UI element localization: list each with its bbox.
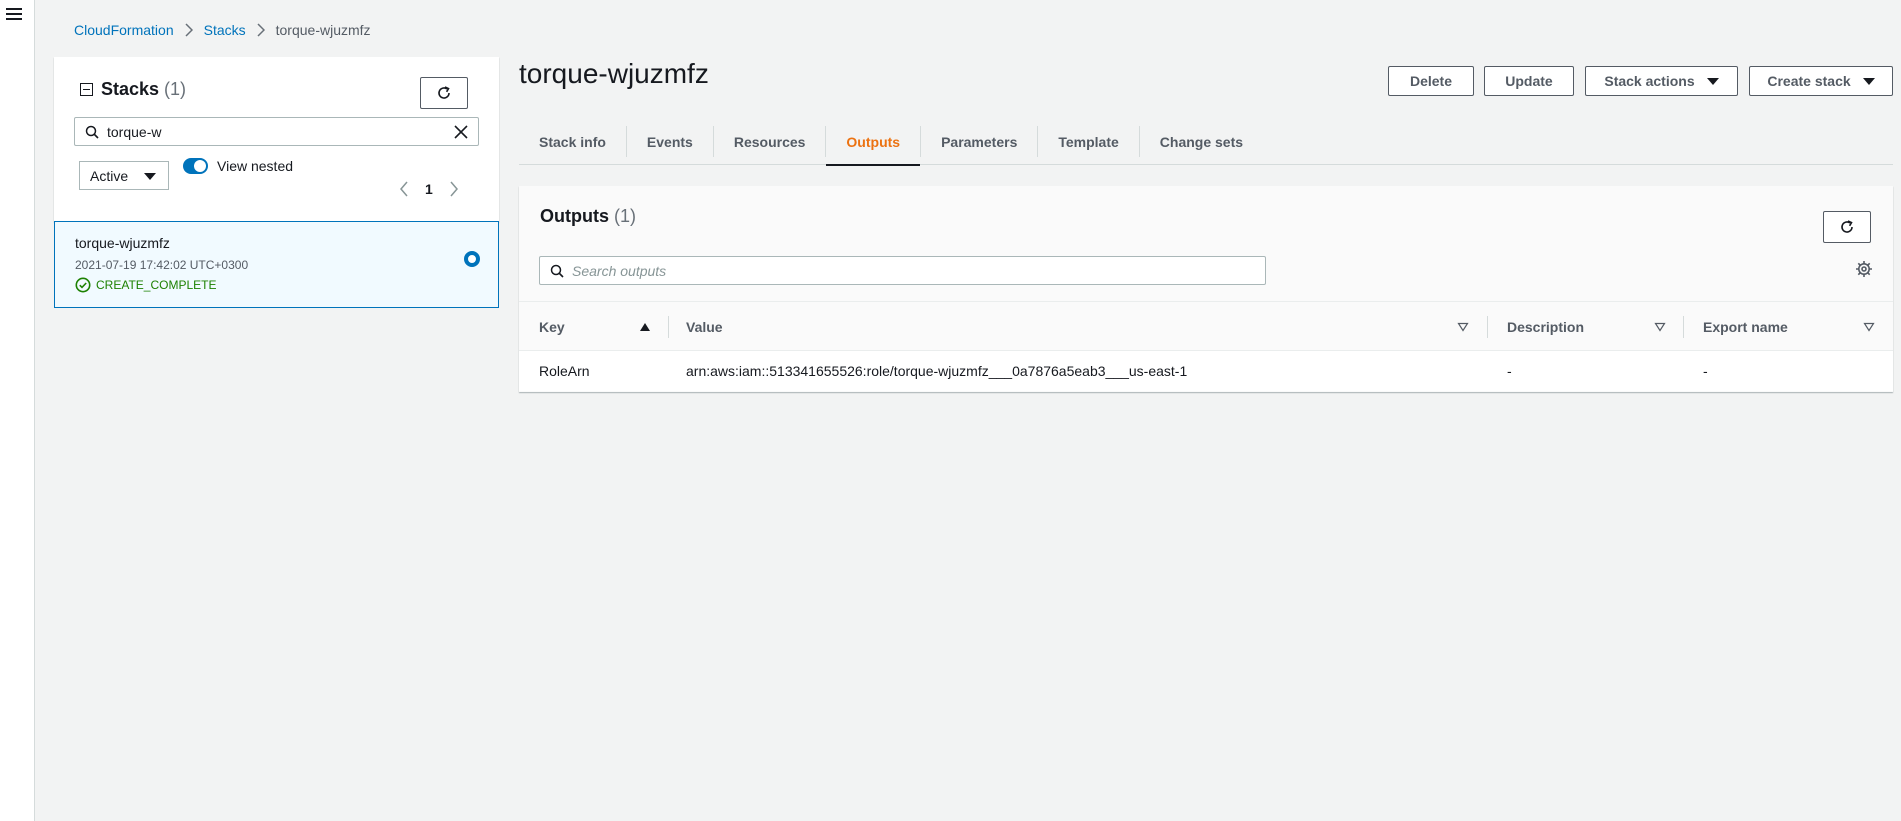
create-stack-label: Create stack xyxy=(1767,73,1851,89)
output-description-cell: - xyxy=(1507,363,1512,379)
stacks-search-field[interactable] xyxy=(74,117,479,146)
next-page-icon[interactable] xyxy=(449,181,459,197)
search-icon xyxy=(85,125,99,139)
output-value-cell: arn:aws:iam::513341655526:role/torque-wj… xyxy=(686,363,1188,379)
outputs-search-field[interactable] xyxy=(539,256,1266,285)
update-button[interactable]: Update xyxy=(1484,66,1574,96)
stack-actions-button[interactable]: Stack actions xyxy=(1585,66,1738,96)
column-header-key[interactable]: Key xyxy=(519,302,565,351)
breadcrumb-current: torque-wjuzmfz xyxy=(275,22,371,38)
caret-down-icon xyxy=(144,173,156,180)
hamburger-menu-icon[interactable] xyxy=(6,8,22,22)
delete-button-label: Delete xyxy=(1409,73,1453,89)
stacks-panel: Stacks (1) Active View nested 1 xyxy=(54,57,499,222)
sort-ascending-icon[interactable] xyxy=(639,322,651,332)
delete-button[interactable]: Delete xyxy=(1388,66,1474,96)
breadcrumb-stacks-link[interactable]: Stacks xyxy=(204,22,246,38)
stacks-search-input[interactable] xyxy=(107,123,454,140)
sort-filter-icon[interactable] xyxy=(1457,322,1469,332)
outputs-title-text: Outputs xyxy=(540,206,609,226)
tab-events[interactable]: Events xyxy=(627,118,713,165)
column-header-export-name[interactable]: Export name xyxy=(1683,302,1788,351)
outputs-title: Outputs (1) xyxy=(540,206,636,227)
update-button-label: Update xyxy=(1505,73,1553,89)
stack-select-radio[interactable] xyxy=(464,251,480,267)
outputs-count: (1) xyxy=(614,206,637,226)
refresh-outputs-button[interactable] xyxy=(1823,211,1871,243)
stack-item-created-date: 2021-07-19 17:42:02 UTC+0300 xyxy=(75,258,249,272)
stack-status-filter-select[interactable]: Active xyxy=(79,161,169,190)
column-header-value[interactable]: Value xyxy=(666,302,723,351)
filter-selected-value: Active xyxy=(90,167,129,184)
stack-detail-tabs: Stack info Events Resources Outputs Para… xyxy=(519,118,1893,166)
sort-filter-icon[interactable] xyxy=(1863,322,1875,332)
stacks-title-text: Stacks xyxy=(101,79,160,99)
refresh-icon xyxy=(438,86,450,99)
refresh-icon xyxy=(1841,220,1853,233)
page-title: torque-wjuzmfz xyxy=(519,58,709,89)
outputs-search-input[interactable] xyxy=(572,262,1265,279)
stack-status-text: CREATE_COMPLETE xyxy=(96,278,217,292)
success-check-icon xyxy=(75,277,91,293)
collapse-panel-icon[interactable] xyxy=(80,83,93,96)
view-nested-label: View nested xyxy=(217,158,294,174)
tab-parameters[interactable]: Parameters xyxy=(921,118,1037,165)
chevron-right-icon xyxy=(185,23,193,37)
stack-list-item[interactable]: torque-wjuzmfz 2021-07-19 17:42:02 UTC+0… xyxy=(54,221,499,308)
output-key-cell: RoleArn xyxy=(539,363,590,379)
stack-actions-label: Stack actions xyxy=(1604,73,1695,89)
current-page-number[interactable]: 1 xyxy=(425,181,433,197)
search-icon xyxy=(550,264,564,278)
refresh-stacks-button[interactable] xyxy=(420,77,468,109)
tab-stack-info[interactable]: Stack info xyxy=(519,118,626,165)
view-nested-toggle[interactable] xyxy=(183,158,208,174)
stacks-count: (1) xyxy=(164,79,187,99)
tab-template[interactable]: Template xyxy=(1038,118,1138,165)
sort-filter-icon[interactable] xyxy=(1654,322,1666,332)
clear-search-icon[interactable] xyxy=(454,124,468,139)
stack-item-status: CREATE_COMPLETE xyxy=(75,277,216,293)
breadcrumb: CloudFormation Stacks torque-wjuzmfz xyxy=(74,22,371,38)
chevron-right-icon xyxy=(257,23,265,37)
side-navigation-rail xyxy=(0,0,35,821)
previous-page-icon[interactable] xyxy=(399,181,409,197)
outputs-table-header: Key Value Description Export name xyxy=(519,301,1893,351)
table-row: RoleArn arn:aws:iam::513341655526:role/t… xyxy=(519,351,1893,391)
tab-outputs[interactable]: Outputs xyxy=(826,118,920,166)
stack-item-name[interactable]: torque-wjuzmfz xyxy=(75,235,170,251)
create-stack-button[interactable]: Create stack xyxy=(1749,66,1893,96)
caret-down-icon xyxy=(1706,77,1719,85)
stacks-pagination: 1 xyxy=(399,181,459,197)
breadcrumb-cloudformation-link[interactable]: CloudFormation xyxy=(74,22,174,38)
column-header-description[interactable]: Description xyxy=(1487,302,1584,351)
outputs-panel: Outputs (1) Key Value Description Export… xyxy=(519,186,1893,392)
caret-down-icon xyxy=(1862,77,1875,85)
output-export-name-cell: - xyxy=(1703,363,1708,379)
stacks-panel-title: Stacks (1) xyxy=(80,79,186,100)
tab-resources[interactable]: Resources xyxy=(714,118,826,165)
tab-change-sets[interactable]: Change sets xyxy=(1140,118,1263,165)
gear-icon[interactable] xyxy=(1855,260,1873,278)
